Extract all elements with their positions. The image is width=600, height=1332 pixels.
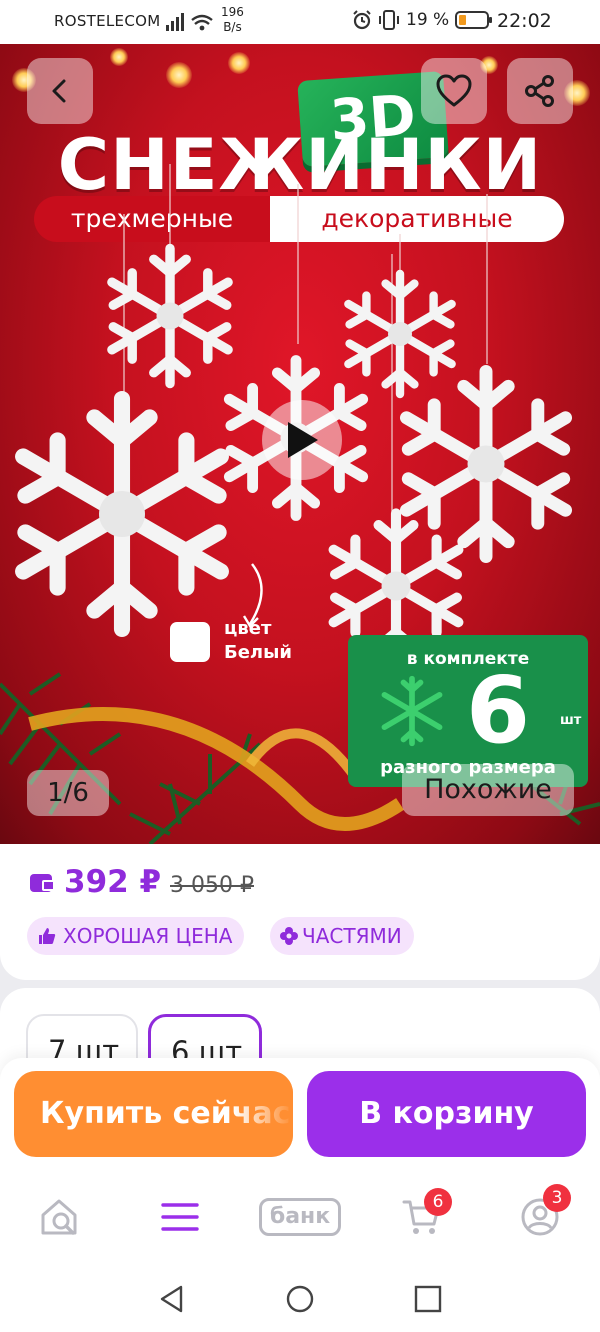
buy-now-button[interactable]: Купить сейчас	[14, 1071, 293, 1157]
network-speed-unit: B/s	[223, 20, 242, 34]
good-price-label: ХОРОШАЯ ЦЕНА	[63, 924, 233, 948]
kit-count: 6	[466, 657, 531, 764]
snowflake-icon	[381, 675, 443, 747]
good-price-badge[interactable]: ХОРОШАЯ ЦЕНА	[27, 917, 245, 955]
system-home-icon[interactable]	[285, 1284, 315, 1314]
favorite-button[interactable]	[421, 58, 487, 124]
old-price: 3 050 ₽	[170, 873, 254, 898]
play-icon	[288, 422, 318, 458]
carrier-name: ROSTELECOM	[54, 12, 161, 30]
system-back-icon[interactable]	[157, 1284, 187, 1314]
text-fade	[233, 1071, 293, 1157]
price-card: 392 ₽ 3 050 ₽ ХОРОШАЯ ЦЕНА ЧАСТЯМИ	[0, 844, 600, 980]
home-search-icon	[41, 1199, 77, 1235]
nav-home[interactable]	[30, 1192, 90, 1242]
heart-icon	[436, 74, 472, 107]
product-image-gallery[interactable]: 3D СНЕЖИНКИ трехмерные декоративные цвет…	[0, 44, 600, 844]
menu-icon	[161, 1203, 199, 1231]
add-to-cart-button[interactable]: В корзину	[307, 1071, 586, 1157]
status-bar: ROSTELECOM 196 B/s 19 % 22:02	[0, 0, 600, 44]
image-counter-current: 1	[47, 778, 64, 808]
current-price: 392 ₽	[64, 864, 162, 900]
bottom-navigation: банк 6 3	[0, 1170, 600, 1268]
color-swatch	[170, 622, 210, 662]
battery-icon	[455, 11, 493, 29]
network-speed: 196 B/s	[221, 5, 244, 35]
wallet-icon	[30, 874, 55, 892]
color-label: цвет	[224, 618, 272, 639]
system-navigation-bar	[0, 1268, 600, 1332]
back-button[interactable]	[27, 58, 93, 124]
nav-bank[interactable]: банк	[254, 1192, 346, 1242]
share-button[interactable]	[507, 58, 573, 124]
chevron-left-icon	[52, 79, 66, 103]
profile-badge: 3	[543, 1184, 571, 1212]
image-counter-total: 6	[72, 778, 89, 808]
clock: 22:02	[497, 10, 552, 32]
system-recents-icon[interactable]	[413, 1284, 443, 1314]
thumbs-up-icon	[39, 928, 56, 944]
purchase-action-bar: Купить сейчас В корзину	[0, 1058, 600, 1170]
image-counter: 1/6	[27, 770, 109, 816]
signal-icon	[164, 11, 216, 38]
bank-label: банк	[258, 1198, 342, 1236]
vibrate-icon	[379, 10, 399, 30]
installments-badge[interactable]: ЧАСТЯМИ	[270, 917, 414, 955]
installments-label: ЧАСТЯМИ	[302, 924, 402, 948]
share-icon	[525, 75, 554, 107]
status-right: 19 %	[352, 10, 493, 30]
battery-percent: 19 %	[406, 10, 450, 30]
color-value: Белый	[224, 642, 293, 663]
alarm-icon	[353, 10, 371, 30]
similar-button[interactable]: Похожие	[402, 764, 574, 816]
cart-count-badge: 6	[424, 1188, 452, 1216]
network-speed-value: 196	[221, 5, 244, 19]
kit-unit: шт	[560, 713, 582, 728]
split-pay-icon	[280, 927, 298, 945]
nav-catalog[interactable]	[150, 1192, 210, 1242]
video-play-button[interactable]	[262, 400, 342, 480]
